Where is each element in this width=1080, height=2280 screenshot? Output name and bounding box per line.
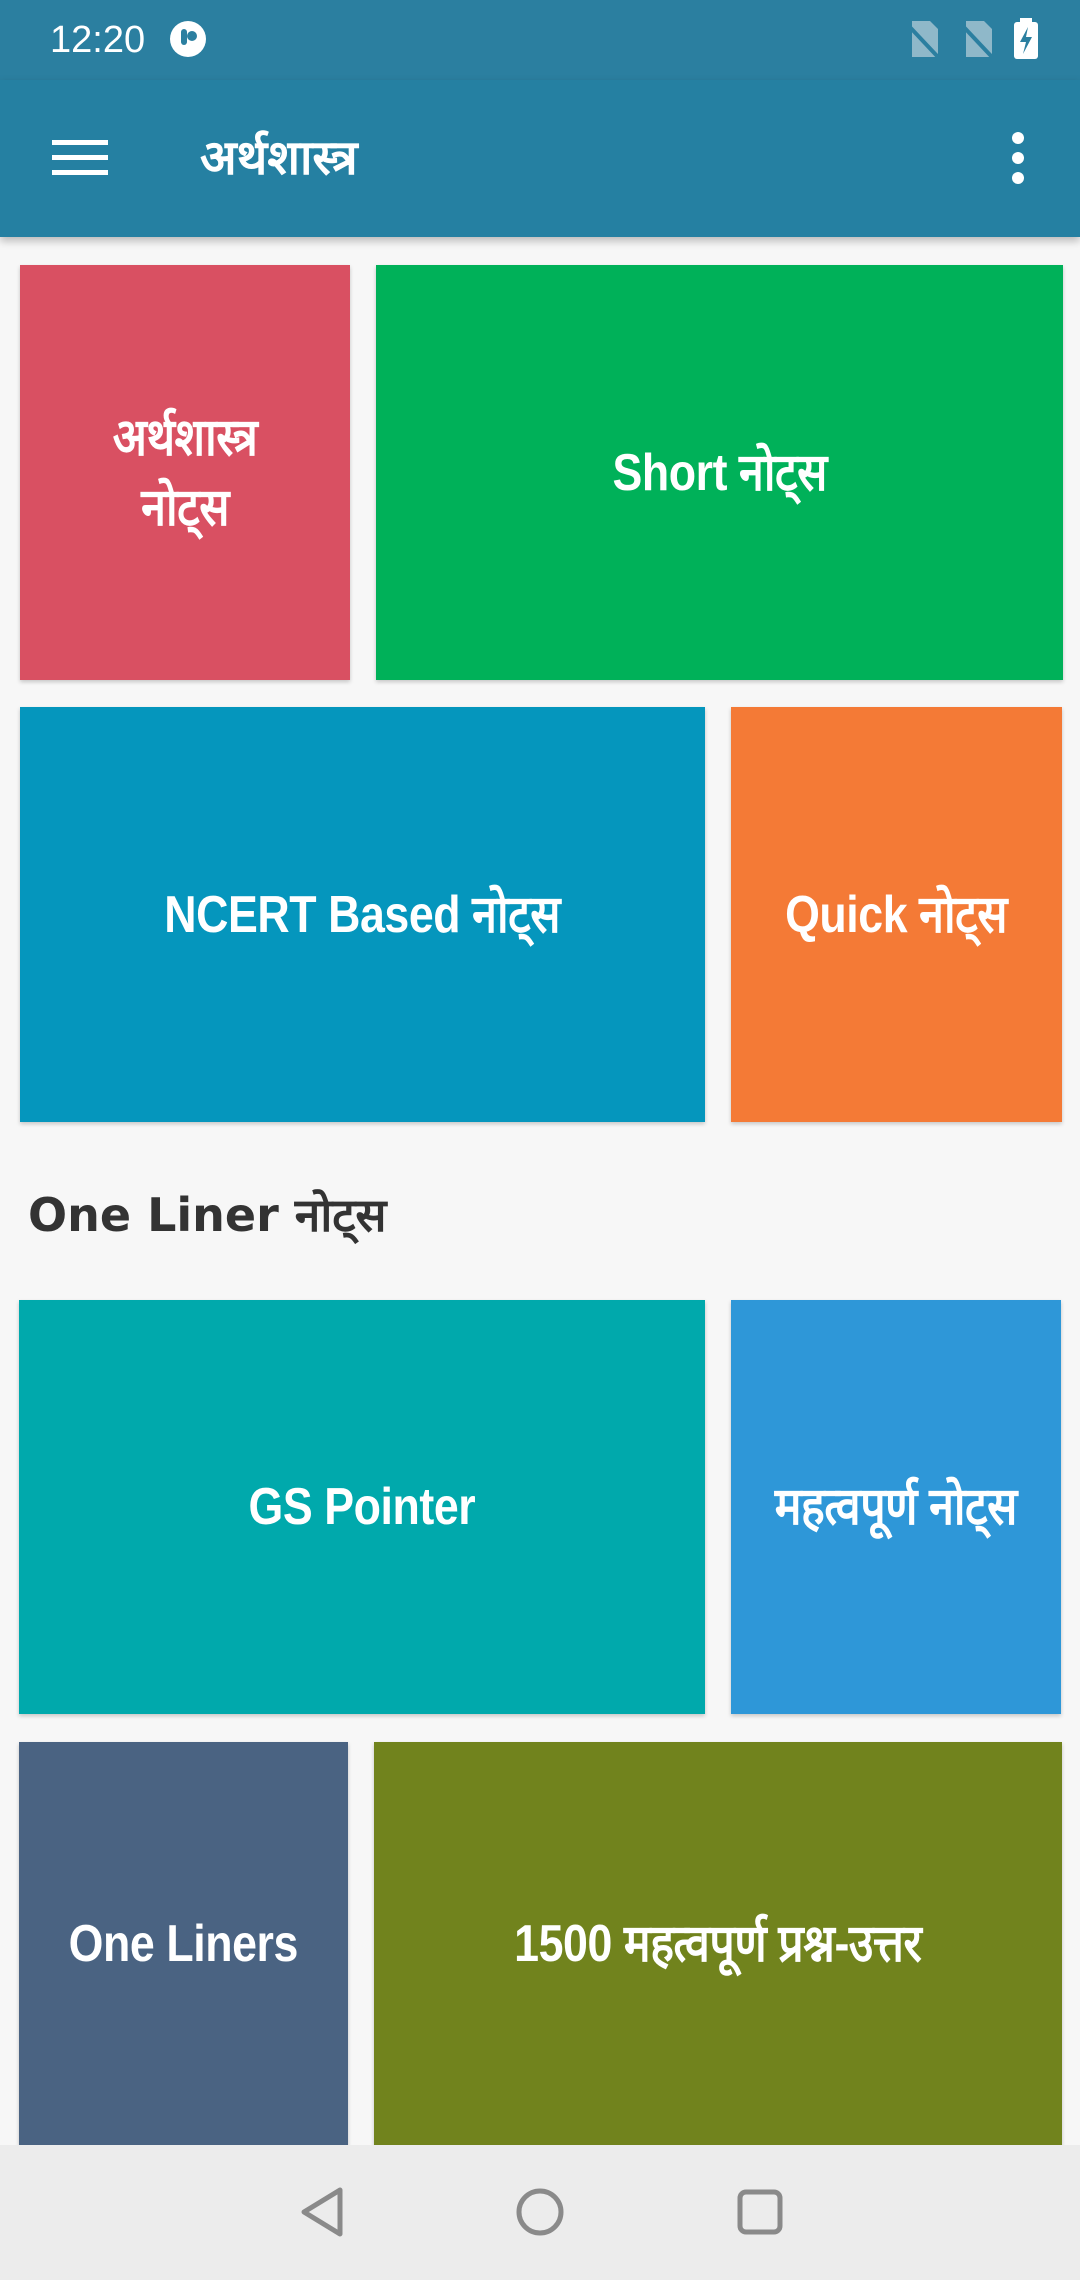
tile-quick-notes[interactable]: Quick नोट्स bbox=[731, 707, 1062, 1122]
tile-ncert-notes[interactable]: NCERT Based नोट्स bbox=[20, 707, 705, 1122]
tile-one-liners[interactable]: One Liners bbox=[19, 1742, 348, 2145]
no-sim-icon bbox=[904, 21, 940, 59]
tile-gs-pointer-label: GS Pointer bbox=[248, 1478, 476, 1536]
tile-one-liners-label: One Liners bbox=[68, 1914, 299, 1973]
tile-1500-qa[interactable]: 1500 महत्वपूर्ण प्रश्न-उत्तर bbox=[374, 1742, 1062, 2145]
tile-important-notes[interactable]: महत्वपूर्ण नोट्स bbox=[731, 1300, 1061, 1714]
home-button[interactable] bbox=[495, 2167, 585, 2257]
one-liner-section-heading: One Liner नोट्स bbox=[28, 1188, 387, 1242]
back-triangle-icon bbox=[301, 2187, 343, 2237]
status-bar: 12:20 bbox=[0, 0, 1080, 80]
tile-ncert-notes-label: NCERT Based नोट्स bbox=[164, 885, 561, 944]
app-notification-icon bbox=[170, 21, 206, 57]
recents-button[interactable] bbox=[715, 2167, 805, 2257]
overflow-menu-button[interactable] bbox=[978, 118, 1058, 198]
tile-gs-pointer[interactable]: GS Pointer bbox=[19, 1300, 705, 1714]
page-title: अर्थशास्त्र bbox=[200, 130, 358, 186]
app-bar: अर्थशास्त्र bbox=[0, 80, 1080, 237]
battery-charging-icon bbox=[1014, 18, 1038, 59]
hamburger-menu-icon bbox=[52, 140, 108, 175]
tile-economics-notes[interactable]: अर्थशास्त्र नोट्स bbox=[20, 265, 350, 680]
tile-economics-notes-label: अर्थशास्त्र नोट्स bbox=[112, 408, 258, 537]
status-icons bbox=[904, 18, 1040, 60]
tile-short-notes-label: Short नोट्स bbox=[612, 443, 827, 502]
back-button[interactable] bbox=[277, 2167, 367, 2257]
tile-quick-notes-label: Quick नोट्स bbox=[785, 885, 1008, 944]
tile-short-notes[interactable]: Short नोट्स bbox=[376, 265, 1063, 680]
menu-button[interactable] bbox=[30, 118, 130, 198]
system-nav-bar bbox=[0, 2145, 1080, 2280]
status-time: 12:20 bbox=[50, 19, 146, 61]
tile-important-notes-label: महत्वपूर्ण नोट्स bbox=[774, 1478, 1018, 1536]
no-sim-icon-2 bbox=[958, 21, 994, 59]
home-circle-icon bbox=[516, 2188, 564, 2236]
recents-square-icon bbox=[737, 2189, 783, 2235]
tile-1500-qa-label: 1500 महत्वपूर्ण प्रश्न-उत्तर bbox=[514, 1914, 922, 1973]
more-vertical-icon bbox=[1012, 132, 1024, 184]
